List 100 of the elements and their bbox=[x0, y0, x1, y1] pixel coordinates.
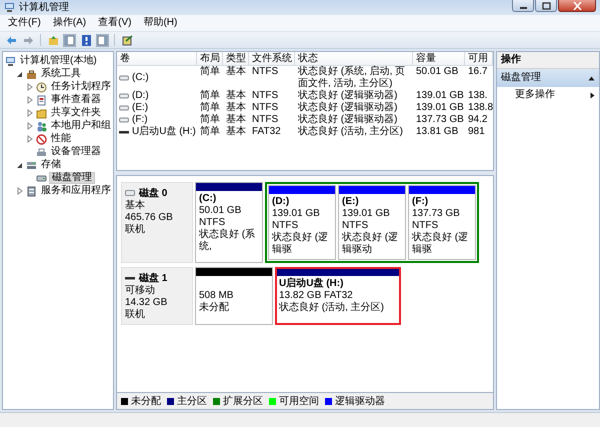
table-cell-text: 简单 bbox=[199, 114, 221, 126]
minimize-button[interactable] bbox=[512, 0, 534, 12]
tree-item[interactable]: 事件查看器 bbox=[49, 94, 103, 106]
tree-item[interactable]: 性能 bbox=[49, 133, 73, 145]
clock-icon bbox=[36, 82, 47, 92]
section-header[interactable]: 磁盘管理 bbox=[497, 69, 599, 87]
column-header[interactable]: 状态 bbox=[295, 52, 413, 66]
export-button[interactable] bbox=[120, 33, 134, 47]
table-cell-text: 16.7 bbox=[467, 66, 488, 79]
folder-icon bbox=[36, 108, 47, 118]
close-button[interactable] bbox=[558, 0, 596, 12]
partition-block[interactable]: U启动U盘 (H:) 13.82 GB FAT32 状态良好 (活动, 主分区) bbox=[275, 267, 401, 325]
menu-item[interactable]: 帮助(H) bbox=[138, 16, 182, 30]
action-item[interactable]: 更多操作 bbox=[497, 87, 599, 103]
volume-name: U启动U盘 (H:) bbox=[132, 126, 196, 138]
forward-arrow-icon bbox=[22, 34, 34, 46]
partition-block[interactable]: (D:) 139.01 GB NTFS 状态良好 (逻辑驱 bbox=[268, 185, 336, 260]
tree-item[interactable]: 服务和应用程序 bbox=[39, 185, 113, 197]
partition-color-bar bbox=[409, 186, 475, 194]
partition-color-bar bbox=[196, 183, 262, 191]
partition-name: U启动U盘 (H:) bbox=[279, 278, 344, 290]
menu-item[interactable]: 文件(F) bbox=[3, 16, 46, 30]
volume-name: (E:) bbox=[132, 102, 148, 114]
table-cell-text: 138. bbox=[467, 90, 488, 102]
collapsed-arrow-icon[interactable] bbox=[26, 135, 32, 143]
table-cell-text: 137.73 GB bbox=[415, 114, 465, 126]
legend-label: 主分区 bbox=[177, 394, 207, 408]
tree-item[interactable]: 本地用户和组 bbox=[49, 120, 113, 132]
menu-item[interactable]: 操作(A) bbox=[48, 16, 92, 30]
partition-size: 13.82 GB FAT32 bbox=[279, 290, 354, 302]
expanded-arrow-icon[interactable] bbox=[16, 70, 23, 78]
column-header[interactable]: 容量 bbox=[413, 52, 465, 66]
partition-name: (E:) bbox=[342, 196, 360, 208]
table-cell-text: 基本 bbox=[225, 90, 247, 102]
tree-item[interactable]: 任务计划程序 bbox=[49, 81, 113, 93]
table-cell-text: 基本 bbox=[225, 102, 247, 114]
server-icon bbox=[26, 186, 37, 196]
partition-color-bar bbox=[269, 186, 335, 194]
disk-size: 465.76 GB bbox=[125, 212, 174, 224]
close-icon bbox=[572, 2, 582, 10]
column-header[interactable]: 布局 bbox=[197, 52, 223, 66]
help-button[interactable] bbox=[79, 33, 93, 47]
partition-color-bar bbox=[339, 186, 405, 194]
disk-name: 磁盘 1 bbox=[139, 272, 168, 285]
partition-block[interactable]: (F:) 137.73 GB NTFS 状态良好 (逻辑驱 bbox=[408, 185, 476, 260]
maximize-icon bbox=[542, 2, 550, 10]
app-icon bbox=[4, 2, 15, 13]
tree-item[interactable]: 存储 bbox=[39, 159, 63, 171]
submenu-arrow-icon bbox=[590, 92, 595, 98]
table-cell-text: 基本 bbox=[225, 114, 247, 126]
column-header[interactable]: 可用 bbox=[465, 52, 493, 66]
partition-size: 508 MB bbox=[199, 290, 234, 302]
volume-name: (F:) bbox=[132, 114, 148, 126]
partition-block[interactable]: (E:) 139.01 GB NTFS 状态良好 (逻辑驱动 bbox=[338, 185, 406, 260]
collapsed-arrow-icon[interactable] bbox=[26, 122, 32, 130]
tree-item[interactable]: 磁盘管理 bbox=[49, 172, 95, 184]
table-cell-text: 简单 bbox=[199, 126, 221, 138]
panel-icon bbox=[97, 34, 108, 46]
table-cell-text: 简单 bbox=[199, 66, 221, 79]
tree-item[interactable]: 计算机管理(本地) bbox=[18, 55, 99, 67]
partition-block[interactable]: 508 MB 未分配 bbox=[195, 267, 273, 325]
collapsed-arrow-icon[interactable] bbox=[26, 109, 32, 117]
partition-block[interactable]: (C:) 50.01 GB NTFS 状态良好 (系统, bbox=[195, 182, 263, 263]
maximize-button[interactable] bbox=[535, 0, 557, 12]
table-cell-text: 状态良好 (逻辑驱动器) bbox=[297, 102, 398, 114]
disk-status: 联机 bbox=[125, 224, 146, 236]
volume-name: (C:) bbox=[132, 72, 149, 84]
partition-size: 137.73 GB NTFS bbox=[412, 208, 461, 232]
partition-size: 139.01 GB NTFS bbox=[342, 208, 391, 232]
column-header[interactable]: 文件系统 bbox=[249, 52, 295, 66]
partition-status: 状态良好 (逻辑驱动 bbox=[342, 232, 400, 256]
legend-label: 可用空间 bbox=[279, 394, 319, 408]
disk-status: 联机 bbox=[125, 309, 146, 321]
drive-icon bbox=[36, 172, 47, 184]
panel-icon bbox=[64, 34, 75, 46]
action-pane-button[interactable] bbox=[96, 34, 109, 46]
disk-type: 基本 bbox=[125, 200, 146, 212]
collapsed-arrow-icon[interactable] bbox=[26, 83, 32, 91]
collapsed-arrow-icon[interactable] bbox=[16, 187, 22, 195]
table-cell-text: FAT32 bbox=[251, 126, 282, 138]
table-cell-text: NTFS bbox=[251, 66, 280, 79]
collapse-arrow-icon[interactable] bbox=[588, 76, 595, 80]
partition-name: (C:) bbox=[199, 193, 218, 205]
column-header[interactable]: 类型 bbox=[223, 52, 249, 66]
tree-item[interactable]: 设备管理器 bbox=[49, 146, 103, 158]
disk-type: 可移动 bbox=[125, 285, 156, 297]
usb-drive-icon bbox=[119, 128, 129, 136]
expanded-arrow-icon[interactable] bbox=[16, 162, 23, 168]
tree-item[interactable]: 系统工具 bbox=[39, 68, 83, 80]
partition-status: 状态良好 (逻辑驱 bbox=[412, 232, 470, 256]
back-arrow-icon bbox=[6, 34, 16, 46]
help-icon bbox=[80, 34, 92, 46]
partition-status: 状态良好 (系统, bbox=[199, 229, 256, 253]
menu-item[interactable]: 查看(V) bbox=[93, 16, 136, 30]
table-cell-text: 状态良好 (活动, 主分区) bbox=[297, 126, 404, 138]
tree-toggle-button[interactable] bbox=[63, 34, 76, 46]
column-header[interactable]: 卷 bbox=[117, 52, 197, 66]
collapsed-arrow-icon[interactable] bbox=[26, 96, 32, 104]
table-cell-text: NTFS bbox=[251, 90, 280, 102]
tree-item[interactable]: 共享文件夹 bbox=[49, 107, 103, 119]
